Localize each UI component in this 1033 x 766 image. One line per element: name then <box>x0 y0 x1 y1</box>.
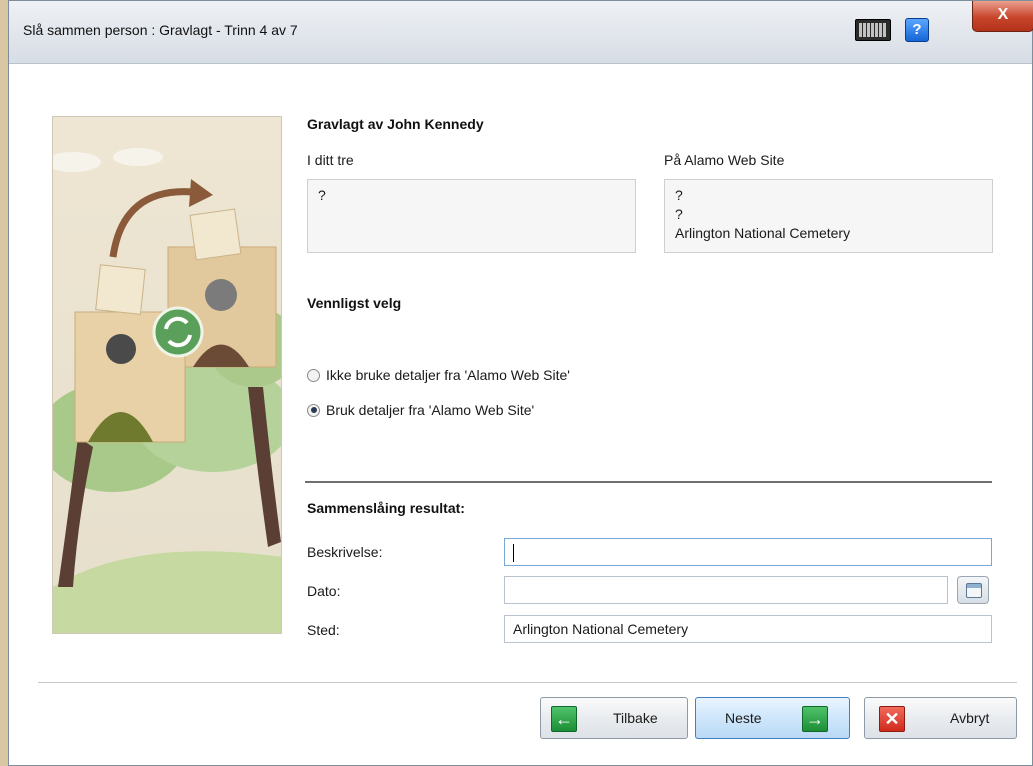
close-icon: X <box>997 6 1009 23</box>
result-heading: Sammenslåing resultat: <box>307 500 465 516</box>
right-values-box: ? ? Arlington National Cemetery <box>664 179 993 253</box>
choose-heading: Vennligst velg <box>307 295 402 311</box>
left-value: ? <box>318 187 326 203</box>
person-heading: Gravlagt av John Kennedy <box>307 116 484 132</box>
date-label: Dato: <box>307 583 341 599</box>
place-label: Sted: <box>307 622 340 638</box>
back-button-label: Tilbake <box>613 710 658 726</box>
right-value-1: ? <box>675 187 683 203</box>
next-button[interactable]: Neste → <box>695 697 850 739</box>
left-values-box: ? <box>307 179 636 253</box>
description-input[interactable] <box>504 538 992 566</box>
radio-use[interactable] <box>307 403 320 417</box>
back-button[interactable]: ← Tilbake <box>540 697 688 739</box>
right-value-3: Arlington National Cemetery <box>675 225 851 241</box>
radio-dont-use[interactable] <box>307 368 320 382</box>
arrow-right-icon: → <box>802 706 828 732</box>
cancel-button-label: Avbryt <box>950 710 990 726</box>
left-column-label: I ditt tre <box>307 152 354 168</box>
text-caret <box>513 544 514 563</box>
option-dont-use[interactable]: Ikke bruke detaljer fra 'Alamo Web Site' <box>307 365 570 385</box>
merge-dialog: Slå sammen person : Gravlagt - Trinn 4 a… <box>8 0 1033 766</box>
cancel-button[interactable]: ✕ Avbryt <box>864 697 1017 739</box>
arrow-left-icon: ← <box>551 706 577 732</box>
right-column-label: På Alamo Web Site <box>664 152 785 168</box>
window-title: Slå sammen person : Gravlagt - Trinn 4 a… <box>23 22 298 38</box>
place-input[interactable]: Arlington National Cemetery <box>504 615 992 643</box>
illustration-graphic <box>53 117 281 633</box>
calendar-icon[interactable] <box>957 576 989 604</box>
footer-divider <box>38 682 1017 683</box>
merge-illustration <box>52 116 282 634</box>
x-icon: ✕ <box>879 706 905 732</box>
description-label: Beskrivelse: <box>307 544 383 560</box>
keyboard-icon[interactable] <box>855 19 891 41</box>
right-value-2: ? <box>675 206 683 222</box>
option-use-label: Bruk detaljer fra 'Alamo Web Site' <box>326 402 535 418</box>
title-bar: Slå sammen person : Gravlagt - Trinn 4 a… <box>9 1 1033 64</box>
close-button[interactable]: X <box>972 1 1033 32</box>
option-use[interactable]: Bruk detaljer fra 'Alamo Web Site' <box>307 400 534 420</box>
next-button-label: Neste <box>725 710 762 726</box>
help-icon[interactable]: ? <box>905 18 929 42</box>
date-input[interactable] <box>504 576 948 604</box>
section-divider <box>305 481 992 483</box>
option-dont-use-label: Ikke bruke detaljer fra 'Alamo Web Site' <box>326 367 570 383</box>
